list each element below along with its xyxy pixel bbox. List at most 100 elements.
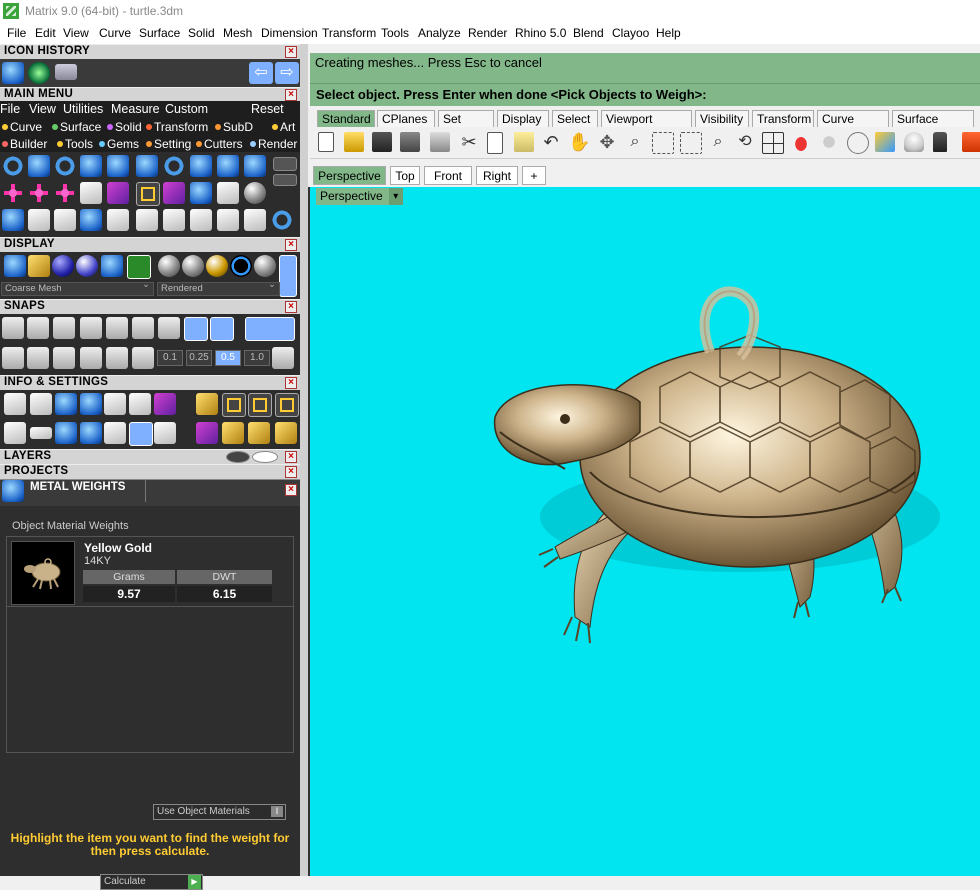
tool-cluster-icon[interactable] bbox=[163, 155, 185, 177]
snap-toggle-icon[interactable] bbox=[245, 317, 295, 341]
technical-icon[interactable] bbox=[127, 255, 151, 279]
icon-history-header[interactable]: ICON HISTORY × bbox=[0, 44, 300, 60]
tool-grid-icon[interactable] bbox=[217, 182, 239, 204]
pan-hand-icon[interactable]: ✋ bbox=[568, 132, 590, 152]
menu-file[interactable]: File bbox=[7, 26, 26, 40]
tab-visibility[interactable]: Visibility bbox=[695, 110, 749, 127]
block-icon[interactable] bbox=[80, 422, 102, 444]
zoom-icon[interactable] bbox=[30, 393, 52, 415]
cat-cutters[interactable]: Cutters bbox=[196, 137, 243, 151]
ring-sphere-icon[interactable] bbox=[230, 255, 252, 277]
close-icon[interactable]: × bbox=[285, 89, 297, 101]
tool-pave-icon[interactable] bbox=[163, 182, 185, 204]
tool-number-icon[interactable] bbox=[217, 155, 239, 177]
tab-right[interactable]: Right bbox=[476, 166, 518, 185]
menu-edit[interactable]: Edit bbox=[35, 26, 56, 40]
tool-plus-icon[interactable] bbox=[2, 182, 24, 204]
command-prompt[interactable]: Select object. Press Enter when done <Pi… bbox=[310, 83, 980, 106]
close-icon[interactable]: × bbox=[285, 301, 297, 313]
tool-plus2-icon[interactable] bbox=[28, 182, 50, 204]
cat-builder[interactable]: Builder bbox=[2, 137, 47, 151]
metal-weights-icon[interactable] bbox=[2, 62, 24, 84]
open-icon[interactable] bbox=[344, 132, 364, 152]
menu-rhino5[interactable]: Rhino 5.0 bbox=[515, 26, 566, 40]
mm-view[interactable]: View bbox=[29, 102, 56, 116]
cat-transform[interactable]: Transform bbox=[146, 120, 208, 134]
cat-tools[interactable]: Tools bbox=[57, 137, 93, 151]
rect-icon[interactable] bbox=[30, 427, 52, 439]
tool-toggle2-icon[interactable] bbox=[273, 174, 297, 186]
tool-toggle-icon[interactable] bbox=[273, 157, 297, 171]
wire-car-icon[interactable] bbox=[819, 132, 839, 152]
tool-spray-icon[interactable] bbox=[163, 209, 185, 231]
snap-perp-icon[interactable] bbox=[106, 317, 128, 339]
snap-1.0[interactable]: 1.0 bbox=[244, 350, 270, 366]
mm-reset[interactable]: Reset bbox=[251, 102, 284, 116]
save-icon[interactable] bbox=[372, 132, 392, 152]
chrome-sphere-icon[interactable] bbox=[182, 255, 204, 277]
snap-point-icon[interactable] bbox=[53, 317, 75, 339]
tool-s-icon[interactable] bbox=[244, 155, 266, 177]
layers-stack-icon[interactable] bbox=[55, 393, 77, 415]
layers-ellipse-icon[interactable] bbox=[226, 451, 250, 463]
close-icon[interactable]: × bbox=[285, 377, 297, 389]
gold-sphere-icon[interactable] bbox=[206, 255, 228, 277]
menu-solid[interactable]: Solid bbox=[188, 26, 215, 40]
menu-tools[interactable]: Tools bbox=[381, 26, 409, 40]
snap-pin-icon[interactable] bbox=[132, 347, 154, 369]
rotate-view-icon[interactable]: ⟲ bbox=[735, 132, 755, 152]
tool-ring-icon[interactable] bbox=[2, 155, 24, 177]
snap-quad-icon[interactable] bbox=[184, 317, 208, 341]
tool-gem-icon[interactable] bbox=[136, 155, 158, 177]
cat-setting[interactable]: Setting bbox=[146, 137, 191, 151]
tab-standard[interactable]: Standard bbox=[317, 110, 375, 127]
gem-gold2-icon[interactable] bbox=[248, 422, 270, 444]
menu-view[interactable]: View bbox=[63, 26, 89, 40]
cat-curve[interactable]: Curve bbox=[2, 120, 42, 134]
print-icon[interactable] bbox=[400, 132, 420, 152]
dots-grid-icon[interactable] bbox=[129, 422, 153, 446]
display-mode-select[interactable]: Rendered bbox=[157, 279, 280, 296]
mm-measure[interactable]: Measure bbox=[111, 102, 160, 116]
mesh-quality-select[interactable]: Coarse Mesh bbox=[1, 279, 154, 296]
copy-icon[interactable] bbox=[487, 132, 503, 154]
snap-0.5[interactable]: 0.5 bbox=[215, 350, 241, 366]
tool-split-icon[interactable] bbox=[217, 209, 239, 231]
tab-front[interactable]: Front bbox=[424, 166, 472, 185]
menu-transform[interactable]: Transform bbox=[322, 26, 376, 40]
bell-icon[interactable] bbox=[196, 393, 218, 415]
zoom-window-icon[interactable] bbox=[652, 132, 674, 154]
tool-shank-icon[interactable] bbox=[80, 155, 102, 177]
import-icon[interactable] bbox=[430, 132, 450, 152]
snap-eye-icon[interactable] bbox=[106, 347, 128, 369]
menu-clayoo[interactable]: Clayoo bbox=[612, 26, 649, 40]
tool-bracket-icon[interactable] bbox=[54, 209, 76, 231]
tool-arc-icon[interactable] bbox=[80, 182, 102, 204]
turtle-model[interactable] bbox=[310, 187, 980, 876]
new-icon[interactable] bbox=[318, 132, 334, 152]
close-icon[interactable]: × bbox=[285, 484, 297, 496]
tool-scatter-icon[interactable] bbox=[107, 182, 129, 204]
box-icon[interactable] bbox=[80, 393, 102, 415]
menu-render[interactable]: Render bbox=[468, 26, 507, 40]
frame-icon[interactable] bbox=[222, 393, 246, 417]
cat-solid[interactable]: Solid bbox=[107, 120, 142, 134]
tab-surface-tools[interactable]: Surface Tools bbox=[892, 110, 974, 142]
snap-hatch-icon[interactable] bbox=[80, 347, 102, 369]
wireframe-icon[interactable] bbox=[4, 255, 26, 277]
mm-custom[interactable]: Custom bbox=[165, 102, 208, 116]
tool-shield-icon[interactable] bbox=[190, 155, 212, 177]
tool-cubes-icon[interactable] bbox=[2, 209, 24, 231]
zoom-selected-icon[interactable]: ⌕ bbox=[708, 132, 728, 152]
frame2-icon[interactable] bbox=[248, 393, 272, 417]
snap-end-icon[interactable] bbox=[2, 317, 24, 339]
mm-utilities[interactable]: Utilities bbox=[63, 102, 103, 116]
mm-file[interactable]: File bbox=[0, 102, 20, 116]
close-icon[interactable]: × bbox=[285, 239, 297, 251]
metal-weights-header[interactable]: METAL WEIGHTS × bbox=[0, 480, 300, 507]
layers-header[interactable]: LAYERS × bbox=[0, 449, 300, 465]
gem-red-icon[interactable] bbox=[196, 422, 218, 444]
tool-curve-arc-icon[interactable] bbox=[28, 209, 50, 231]
menu-blend[interactable]: Blend bbox=[573, 26, 604, 40]
snap-near-icon[interactable] bbox=[27, 317, 49, 339]
